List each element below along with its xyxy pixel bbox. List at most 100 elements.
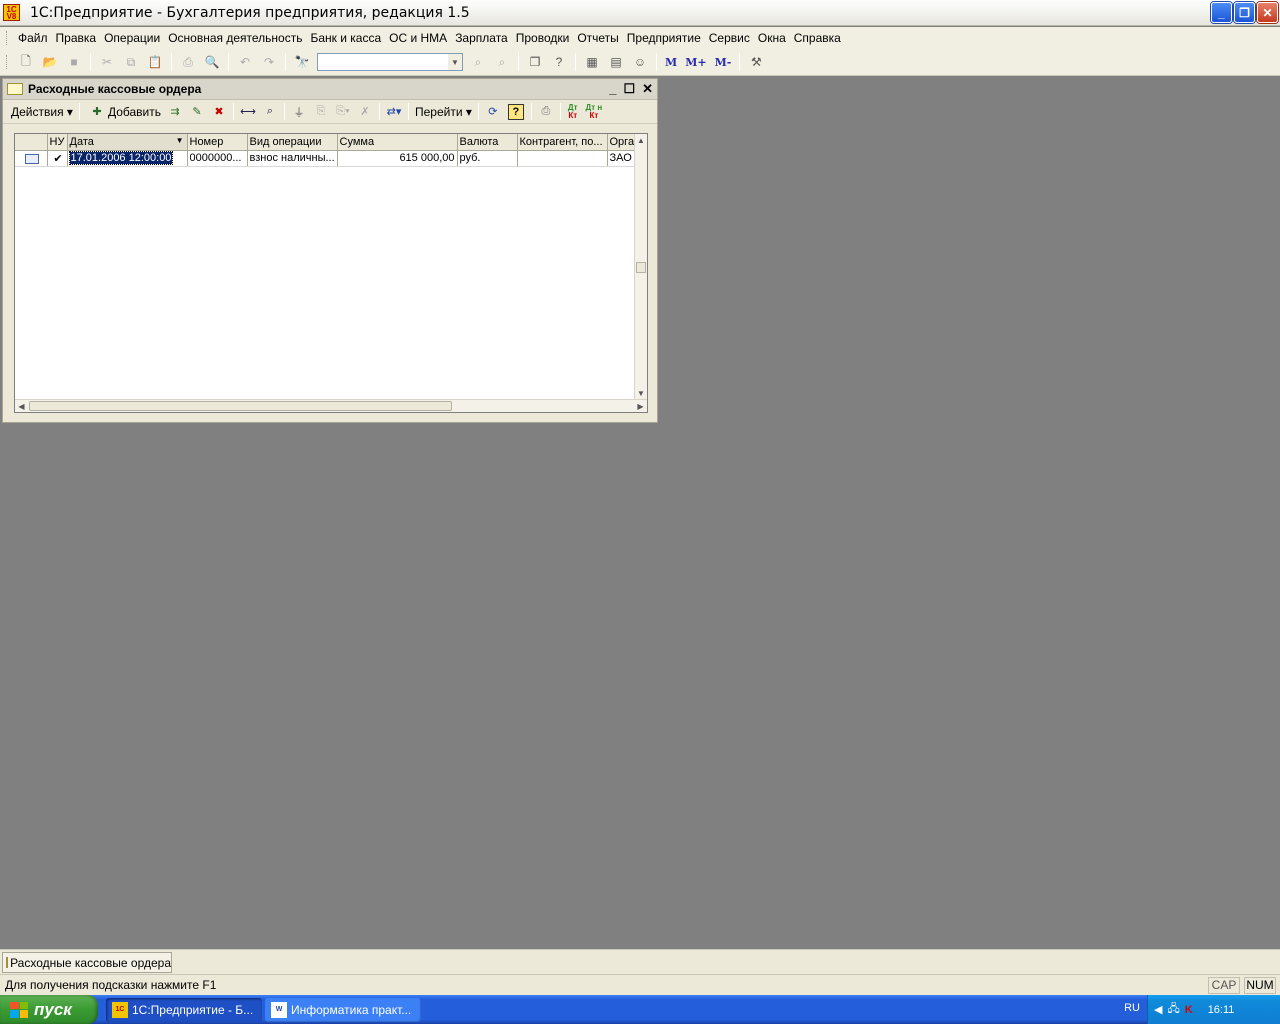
menu-help[interactable]: Справка	[790, 27, 845, 49]
assistant-icon[interactable]: ?	[549, 52, 569, 72]
structure-icon[interactable]: ⇄▾	[386, 104, 402, 120]
open-icon[interactable]: 📂	[40, 52, 60, 72]
interval-icon[interactable]: ⟷	[240, 104, 256, 120]
row-status-cell[interactable]	[15, 150, 48, 167]
date-cell[interactable]: 17.01.2006 12:00:00	[67, 150, 188, 167]
documents-table[interactable]: НУ Дата ▼ Номер Вид операции Сумма Валюта…	[14, 133, 648, 413]
delete-row-icon[interactable]: ✖	[211, 104, 227, 120]
window-tab-cash-orders[interactable]: Расходные кассовые ордера	[2, 952, 172, 973]
refresh-icon[interactable]: ⟳	[485, 104, 501, 120]
calendar-icon[interactable]: ▤	[606, 52, 626, 72]
copy-icon[interactable]: ⧉	[121, 52, 141, 72]
column-header-nu[interactable]: НУ	[47, 134, 68, 151]
status-bar: Для получения подсказки нажмите F1 CAP N…	[0, 974, 1280, 995]
find-next-icon[interactable]: ⌕	[468, 52, 488, 72]
horizontal-scroll-thumb[interactable]	[29, 401, 452, 411]
language-indicator[interactable]: RU	[1124, 1002, 1140, 1014]
menu-main-activity[interactable]: Основная деятельность	[164, 27, 306, 49]
dt-kt-icon[interactable]: Дт Кт	[568, 103, 578, 120]
scroll-left-icon[interactable]: ◀	[15, 400, 28, 412]
vertical-scrollbar[interactable]: ▲ ▼	[634, 134, 647, 400]
search-row-icon[interactable]: ⌕	[262, 104, 278, 120]
minimize-button[interactable]: _	[1211, 2, 1232, 23]
column-header-org[interactable]: Орга	[607, 134, 637, 151]
goto-button[interactable]: Перейти ▾	[412, 105, 475, 119]
dtn-kt-icon[interactable]: Дт н Кт	[586, 103, 603, 120]
windows-icon[interactable]: ❐	[525, 52, 545, 72]
restore-button[interactable]: ❐	[1234, 2, 1255, 23]
horizontal-scrollbar[interactable]: ◀ ▶	[15, 399, 647, 412]
table-row[interactable]: ✔ 17.01.2006 12:00:00 0000000... взнос н…	[15, 150, 637, 167]
column-header-amount[interactable]: Сумма	[337, 134, 458, 151]
edit-row-icon[interactable]: ✎	[189, 104, 205, 120]
calculator-icon[interactable]: ▦	[582, 52, 602, 72]
tools-icon[interactable]: ⚒	[746, 52, 766, 72]
column-header-currency[interactable]: Валюта	[457, 134, 518, 151]
print-icon[interactable]: ⎙	[178, 52, 198, 72]
network-icon[interactable]: 🖧	[1167, 1000, 1179, 1019]
user-icon[interactable]: ☺	[630, 52, 650, 72]
memory-plus-button[interactable]: М+	[685, 56, 706, 69]
operation-cell[interactable]: взнос наличны...	[247, 150, 338, 167]
column-header-date[interactable]: Дата ▼	[67, 134, 188, 151]
close-button[interactable]: ✕	[1257, 2, 1278, 23]
filter-icon[interactable]: ⏚	[291, 104, 307, 120]
taskbar-item-word[interactable]: W Информатика практ...	[265, 997, 421, 1022]
search-combo[interactable]: ▼	[317, 53, 463, 71]
memory-button[interactable]: М	[665, 56, 677, 69]
undo-icon[interactable]: ↶	[235, 52, 255, 72]
doc-close-button[interactable]: ✕	[642, 81, 653, 97]
filter-off-icon[interactable]: ✗	[357, 104, 373, 120]
contractor-cell[interactable]	[517, 150, 608, 167]
tray-expand-icon[interactable]: ◀	[1154, 1003, 1162, 1016]
menu-bank-cash[interactable]: Банк и касса	[306, 27, 385, 49]
menu-operations[interactable]: Операции	[100, 27, 164, 49]
toolbar-grip	[6, 55, 9, 69]
antivirus-icon[interactable]: K	[1185, 1004, 1193, 1016]
memory-minus-button[interactable]: М-	[715, 56, 732, 69]
vertical-scroll-thumb[interactable]	[636, 262, 646, 273]
org-cell[interactable]: ЗАО	[607, 150, 637, 167]
save-icon[interactable]: ■	[64, 52, 84, 72]
menu-file[interactable]: Файл	[14, 27, 52, 49]
paste-icon[interactable]: 📋	[145, 52, 165, 72]
preview-icon[interactable]: 🔍	[202, 52, 222, 72]
taskbar-item-1c[interactable]: 1C 1С:Предприятие - Б...	[106, 997, 262, 1022]
find-icon[interactable]: 🔭	[292, 52, 312, 72]
menu-reports[interactable]: Отчеты	[573, 27, 622, 49]
filter-value-icon[interactable]: ⎘	[313, 104, 329, 120]
new-document-icon[interactable]: 🗋	[16, 52, 36, 72]
cut-icon[interactable]: ✂	[97, 52, 117, 72]
find-prev-icon[interactable]: ⌕	[492, 52, 512, 72]
menu-service[interactable]: Сервис	[705, 27, 754, 49]
clock[interactable]: 16:11	[1208, 1004, 1235, 1016]
column-header-operation[interactable]: Вид операции	[247, 134, 338, 151]
print-list-icon[interactable]: ⎙	[538, 104, 554, 120]
chevron-down-icon[interactable]: ▼	[448, 54, 462, 70]
help-icon[interactable]: ?	[507, 103, 524, 120]
amount-cell[interactable]: 615 000,00	[337, 150, 458, 167]
menu-windows[interactable]: Окна	[754, 27, 790, 49]
number-cell[interactable]: 0000000...	[187, 150, 248, 167]
actions-button[interactable]: Действия ▾	[8, 105, 76, 119]
scroll-right-icon[interactable]: ▶	[634, 400, 647, 412]
redo-icon[interactable]: ↷	[259, 52, 279, 72]
menu-salary[interactable]: Зарплата	[451, 27, 512, 49]
menu-enterprise[interactable]: Предприятие	[623, 27, 705, 49]
scroll-up-icon[interactable]: ▲	[635, 134, 647, 147]
column-header-number[interactable]: Номер	[187, 134, 248, 151]
nu-cell[interactable]: ✔	[47, 150, 68, 167]
column-header-icon[interactable]	[15, 134, 48, 151]
menu-edit[interactable]: Правка	[52, 27, 101, 49]
menu-postings[interactable]: Проводки	[512, 27, 574, 49]
doc-minimize-button[interactable]: _	[609, 81, 616, 97]
currency-cell[interactable]: руб.	[457, 150, 518, 167]
doc-maximize-button[interactable]: ☐	[623, 81, 635, 97]
column-header-contractor[interactable]: Контрагент, по...	[517, 134, 608, 151]
taskbar: пуск 1C 1С:Предприятие - Б... W Информат…	[0, 995, 1280, 1024]
menu-fixed-assets[interactable]: ОС и НМА	[385, 27, 451, 49]
add-button[interactable]: ✚ Добавить	[83, 104, 164, 120]
copy-row-icon[interactable]: ⇉	[167, 104, 183, 120]
start-button[interactable]: пуск	[0, 995, 98, 1024]
filter-history-icon[interactable]: ⎘▾	[335, 104, 351, 120]
